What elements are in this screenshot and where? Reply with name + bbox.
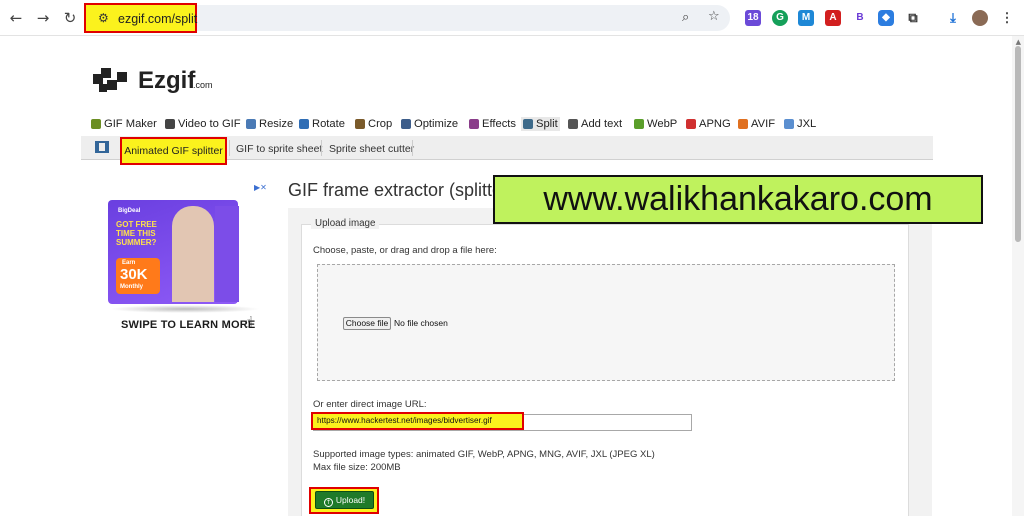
reload-icon[interactable]: ↻ (60, 8, 80, 28)
crop-icon (355, 119, 365, 129)
downloads-icon[interactable]: ⤓ (945, 10, 961, 26)
ad-headline: GOT FREE TIME THIS SUMMER? (116, 220, 157, 247)
effects-icon (469, 119, 479, 129)
upload-icon: ↑ (323, 498, 333, 507)
ad-choices-icon[interactable]: ▶✕ (254, 183, 267, 192)
gif-maker-icon (91, 119, 101, 129)
watermark: www.walikhankakaro.com (493, 175, 983, 224)
tool-split[interactable]: Split (521, 117, 560, 131)
ezgif-logo-icon[interactable] (93, 68, 129, 94)
tool-effects[interactable]: Effects (469, 118, 516, 130)
add-text-icon (568, 119, 578, 129)
ad-shadow (110, 305, 260, 313)
url-label: Or enter direct image URL: (313, 399, 427, 410)
tool-jxl[interactable]: JXL (784, 118, 816, 130)
browser-toolbar: ← → ↻ ⌕ ☆ ⚙ ezgif.com/split 18 G M A B ◆… (0, 0, 1024, 36)
ad-amount: 30K (120, 266, 148, 283)
url-text: ezgif.com/split (118, 12, 198, 26)
tag-extension-icon[interactable]: ◆ (878, 10, 894, 26)
tool-rotate[interactable]: Rotate (299, 118, 345, 130)
upload-legend: Upload image (311, 218, 380, 229)
webp-icon (634, 119, 644, 129)
hand-pointer-icon: ☝ (244, 313, 254, 331)
avif-icon (738, 119, 748, 129)
tool-optimize[interactable]: Optimize (401, 118, 458, 130)
tool-avif[interactable]: AVIF (738, 118, 775, 130)
max-file-size: Max file size: 200MB (313, 462, 401, 473)
sub-separator (321, 140, 322, 156)
optimize-icon (401, 119, 411, 129)
sub-item-gif-to-sprite-sheet[interactable]: GIF to sprite sheet (236, 143, 322, 155)
logo-suffix: .com (193, 80, 213, 90)
tool-apng[interactable]: APNG (686, 118, 731, 130)
extension-badge-icon[interactable]: 18 (745, 10, 761, 26)
ad-person-image (172, 206, 214, 302)
ad-brand: BigDeal (118, 208, 141, 214)
pdf-icon[interactable]: A (825, 10, 841, 26)
zoom-icon[interactable]: ⌕ (682, 10, 689, 25)
site-settings-icon[interactable]: ⚙ (98, 11, 109, 25)
apng-icon (686, 119, 696, 129)
scrollbar-thumb[interactable] (1015, 46, 1021, 242)
sub-separator (229, 140, 230, 156)
page-title: GIF frame extractor (splitter) (288, 180, 515, 200)
ad-cta[interactable]: SWIPE TO LEARN MORE (121, 319, 255, 331)
scroll-up-icon[interactable]: ▲ (1016, 38, 1021, 46)
profile-avatar[interactable] (972, 10, 988, 26)
back-icon[interactable]: ← (6, 8, 26, 28)
forward-icon[interactable]: → (33, 8, 53, 28)
mailchimp-icon[interactable]: M (798, 10, 814, 26)
image-url-value[interactable]: https://www.hackertest.net/images/bidver… (311, 412, 524, 430)
sub-item-animated-gif-splitter[interactable]: Animated GIF splitter (120, 137, 227, 165)
film-strip-icon (95, 141, 109, 153)
supported-types: Supported image types: animated GIF, Web… (313, 449, 655, 460)
tool-resize[interactable]: Resize (246, 118, 293, 130)
jxl-icon (784, 119, 794, 129)
upload-button[interactable]: ↑ Upload! (315, 491, 374, 509)
bookmark-star-icon[interactable]: ☆ (708, 9, 720, 24)
tool-crop[interactable]: Crop (355, 118, 392, 130)
resize-icon (246, 119, 256, 129)
choose-file-button[interactable]: Choose file (343, 317, 391, 330)
menu-icon[interactable]: ⋮ (999, 10, 1015, 26)
split-icon (523, 119, 533, 129)
ad-side-panel (215, 206, 239, 302)
sub-separator (412, 140, 413, 156)
sub-item-sprite-sheet-cutter[interactable]: Sprite sheet cutter (329, 143, 414, 155)
bold-extension-icon[interactable]: B (852, 10, 868, 26)
video-icon (165, 119, 175, 129)
ad-period: Monthly (120, 284, 143, 290)
grammarly-icon[interactable]: G (772, 10, 788, 26)
no-file-label: No file chosen (394, 318, 448, 328)
logo-text[interactable]: Ezgif (138, 67, 195, 95)
tool-video-to-gif[interactable]: Video to GIF (165, 118, 241, 130)
tool-webp[interactable]: WebP (634, 118, 677, 130)
instruction-label: Choose, paste, or drag and drop a file h… (313, 245, 497, 256)
tool-add-text[interactable]: Add text (568, 118, 622, 130)
rotate-icon (299, 119, 309, 129)
extensions-puzzle-icon[interactable]: ⧉ (905, 10, 921, 26)
tool-gif-maker[interactable]: GIF Maker (91, 118, 157, 130)
url-highlight[interactable]: ⚙ ezgif.com/split (84, 3, 197, 33)
